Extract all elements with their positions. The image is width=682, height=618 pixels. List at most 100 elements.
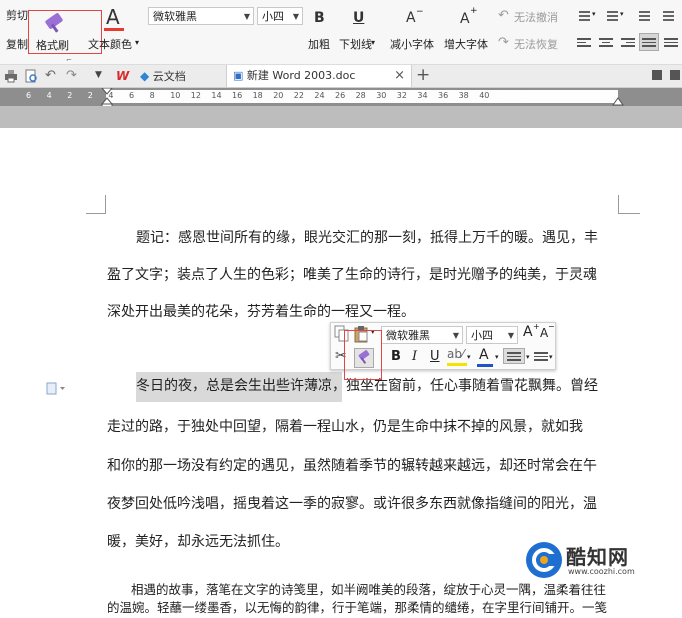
bold-button[interactable]: B bbox=[391, 349, 401, 364]
close-icon[interactable]: × bbox=[394, 65, 405, 87]
shrink-font-icon[interactable]: A bbox=[540, 326, 548, 340]
ruler-tick-label: 22 bbox=[293, 91, 304, 100]
paragraph-line: 和你的那一场没有约定的遇见，虽然随着季节的辗转越来越远，却还时常会在午 bbox=[107, 458, 597, 474]
bullet-list-icon[interactable] bbox=[574, 9, 590, 23]
text-color-icon[interactable]: A bbox=[106, 5, 120, 29]
new-tab-plus-icon[interactable]: + bbox=[416, 65, 430, 85]
font-color-swatch bbox=[477, 364, 493, 367]
shrink-font-button[interactable]: 减小字体 bbox=[390, 36, 434, 52]
chevron-down-icon[interactable]: ▾ bbox=[467, 353, 471, 361]
grow-font-icon[interactable]: A bbox=[523, 324, 533, 340]
undo-icon[interactable]: ↶ bbox=[45, 68, 56, 83]
wps-logo-icon: W bbox=[116, 69, 130, 83]
underline-button[interactable]: 下划线 bbox=[339, 36, 372, 52]
margin-corner-mark bbox=[618, 213, 640, 214]
margin-corner-mark bbox=[105, 195, 106, 214]
tab-label: 云文档 bbox=[152, 70, 186, 83]
window-icon[interactable] bbox=[670, 70, 680, 80]
redo-icon: ↷ bbox=[498, 35, 509, 50]
format-painter-icon bbox=[358, 350, 370, 364]
chevron-down-icon[interactable]: ▾ bbox=[495, 353, 499, 361]
minus-icon: − bbox=[416, 7, 424, 17]
mini-format-painter-button[interactable] bbox=[344, 330, 382, 380]
cut-button[interactable]: 剪切 bbox=[6, 7, 28, 23]
align-justify-icon bbox=[507, 350, 521, 362]
ruler-tick-label: 44 bbox=[520, 91, 531, 100]
print-icon[interactable] bbox=[4, 69, 18, 83]
align-center-icon[interactable] bbox=[599, 36, 613, 48]
ruler-tick-label: 10 bbox=[170, 91, 181, 100]
paragraph-align-button[interactable] bbox=[503, 348, 525, 364]
chevron-down-icon[interactable]: ▼ bbox=[95, 70, 102, 80]
selected-text[interactable]: 冬日的夜，总是会生出些许薄凉 bbox=[136, 378, 332, 394]
shrink-font-icon[interactable]: A bbox=[406, 10, 416, 26]
ribbon: 剪切 复制 格式刷 ⌐ A 文本颜色 ▾ 微软雅黑 ▼ 小四 ▼ B 加粗 U 下划… bbox=[0, 0, 682, 64]
bold-icon[interactable]: B bbox=[314, 10, 325, 26]
grow-font-button[interactable]: 增大字体 bbox=[444, 36, 488, 52]
underline-icon[interactable]: U bbox=[353, 10, 364, 26]
paragraph-line: 走过的路，于独处中回望，隔着一程山水，仍是生命中抹不掉的风景，就如我 bbox=[107, 419, 583, 435]
site-watermark: 酷知网 www.coozhi.com bbox=[520, 536, 670, 584]
text-color-button[interactable]: 文本颜色 bbox=[88, 36, 132, 52]
undo-icon: ↶ bbox=[498, 8, 509, 23]
chevron-down-icon[interactable]: ▾ bbox=[371, 38, 375, 47]
align-right-icon[interactable] bbox=[621, 36, 635, 48]
tab-document-active[interactable]: ▣ 新建 Word 2003.doc × bbox=[226, 65, 412, 87]
increase-indent-icon[interactable] bbox=[658, 9, 674, 23]
align-left-icon[interactable] bbox=[577, 36, 591, 48]
margin-corner-mark bbox=[618, 195, 619, 214]
numbered-list-icon[interactable] bbox=[602, 9, 618, 23]
distributed-align-icon[interactable] bbox=[664, 36, 678, 48]
grow-font-icon[interactable]: A bbox=[460, 11, 470, 27]
bold-button[interactable]: 加粗 bbox=[308, 36, 330, 52]
ruler-tick-label: 20 bbox=[273, 91, 284, 100]
format-painter-label: 格式刷 bbox=[36, 39, 69, 52]
redo-button[interactable]: 无法恢复 bbox=[514, 36, 558, 52]
plus-icon: + bbox=[470, 6, 478, 16]
italic-button[interactable]: I bbox=[412, 349, 417, 364]
tab-wps-home[interactable]: W bbox=[110, 65, 134, 87]
ruler-tick-label: 8 bbox=[149, 91, 155, 100]
print-preview-icon[interactable] bbox=[24, 69, 38, 83]
watermark-url: www.coozhi.com bbox=[568, 567, 635, 576]
document-tab-bar: ↶ ↷ ▼ W ◆ 云文档 ▣ 新建 Word 2003.doc × + bbox=[0, 64, 682, 88]
chevron-down-icon[interactable]: ▾ bbox=[526, 353, 530, 361]
chevron-down-icon[interactable]: ▾ bbox=[549, 353, 553, 361]
font-name-value: 微软雅黑 bbox=[386, 329, 430, 342]
line-spacing-icon[interactable] bbox=[534, 350, 548, 362]
tab-cloud-docs[interactable]: ◆ 云文档 bbox=[134, 65, 226, 87]
ruler-tick-label: 32 bbox=[396, 91, 407, 100]
font-size-select[interactable]: 小四 ▼ bbox=[257, 7, 303, 25]
ruler-tick-label: 28 bbox=[355, 91, 366, 100]
margin-corner-mark bbox=[86, 213, 106, 214]
right-indent-marker-icon[interactable] bbox=[612, 92, 624, 106]
window-restore-icon[interactable] bbox=[652, 70, 662, 80]
paragraph-line: 盈了文字；装点了人生的色彩；唯美了生命的诗行，是时光赠予的纯美，于灵魂 bbox=[107, 267, 597, 283]
text-color-swatch bbox=[104, 28, 124, 31]
mini-font-size-select[interactable]: 小四 ▼ bbox=[466, 326, 518, 344]
undo-button[interactable]: 无法撤消 bbox=[514, 9, 558, 25]
justify-button[interactable] bbox=[639, 33, 659, 51]
chevron-down-icon: ▼ bbox=[243, 12, 250, 21]
paragraph-layout-icon[interactable] bbox=[46, 382, 66, 396]
font-name-select[interactable]: 微软雅黑 ▼ bbox=[148, 7, 254, 25]
mini-font-name-select[interactable]: 微软雅黑 ▼ bbox=[381, 326, 463, 344]
ruler-tick-label: 2 bbox=[87, 91, 93, 100]
ruler-shadow bbox=[0, 106, 682, 128]
chevron-down-icon[interactable]: ▾ bbox=[135, 38, 139, 47]
copy-button[interactable]: 复制 bbox=[6, 36, 28, 52]
chevron-down-icon[interactable]: ▾ bbox=[620, 10, 624, 18]
font-size-value: 小四 bbox=[262, 10, 284, 23]
chevron-down-icon[interactable]: ▾ bbox=[592, 10, 596, 18]
dialog-launcher-icon[interactable]: ⌐ bbox=[66, 56, 72, 64]
decrease-indent-icon[interactable] bbox=[634, 9, 650, 23]
underline-button[interactable]: U bbox=[430, 349, 440, 364]
paragraph-line: 暖，美好，却永远无法抓住。 bbox=[107, 534, 289, 550]
redo-icon[interactable]: ↷ bbox=[66, 68, 77, 83]
watermark-title: 酷知网 bbox=[566, 545, 629, 569]
highlighter-icon[interactable]: ab⁄ bbox=[447, 347, 464, 361]
ruler-tick-label: 2 bbox=[67, 91, 73, 100]
ruler-tick-label: 6 bbox=[129, 91, 135, 100]
font-color-icon[interactable]: A bbox=[479, 347, 489, 363]
plus-icon: + bbox=[533, 322, 540, 331]
